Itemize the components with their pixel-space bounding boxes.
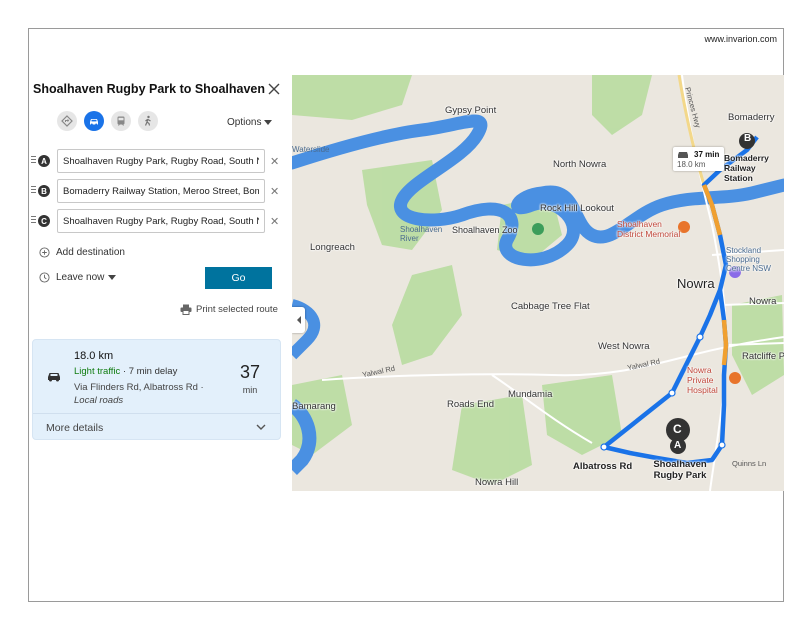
chevron-down-icon <box>256 424 266 430</box>
collapse-panel-button[interactable] <box>292 307 305 333</box>
caret-down-icon <box>108 275 117 280</box>
drag-handle-icon[interactable] <box>31 156 36 165</box>
more-details-label: More details <box>46 422 104 434</box>
drag-handle-icon[interactable] <box>31 186 36 195</box>
waypoint-badge: C <box>38 215 50 227</box>
print-route-label: Print selected route <box>196 304 278 315</box>
map-label: Shoalhaven Rugby Park <box>653 459 707 481</box>
add-destination-label: Add destination <box>56 247 125 258</box>
route-traffic: Light traffic · 7 min delay <box>74 366 178 377</box>
waypoint-badge: A <box>38 155 50 167</box>
leave-now-label: Leave now <box>56 272 105 283</box>
car-icon <box>678 152 688 158</box>
map-label: Shoalhaven District Memorial <box>617 219 681 239</box>
marker-b-label: B <box>744 133 752 144</box>
map-label: Bamarang <box>292 401 336 412</box>
drag-handle-icon[interactable] <box>31 216 36 225</box>
add-destination-button[interactable]: Add destination <box>39 247 125 258</box>
go-button[interactable]: Go <box>205 267 272 289</box>
printer-icon <box>180 304 192 315</box>
browser-frame: www.invarion.com Shoalhaven Rugby Park t… <box>28 28 784 602</box>
waypoint-input[interactable] <box>57 179 265 203</box>
chevron-left-icon <box>296 316 301 324</box>
waypoint-input[interactable] <box>57 149 265 173</box>
clock-icon <box>39 272 50 283</box>
map-label: Longreach <box>310 242 355 253</box>
marker-a-label: A <box>674 440 682 451</box>
map-view[interactable]: B C A 37 min 18.0 km Gypsy Point Bomader… <box>292 75 784 491</box>
map-label: North Nowra <box>553 159 607 170</box>
map-label: Albatross Rd <box>573 461 633 472</box>
route-time: 37 <box>239 362 261 382</box>
options-dropdown[interactable]: Options <box>227 117 273 128</box>
walk-icon[interactable] <box>138 111 158 131</box>
map-label: Gypsy Point <box>445 105 497 116</box>
map-label: Nowra <box>677 276 715 291</box>
clear-icon[interactable]: ✕ <box>270 185 279 198</box>
eta-time: 37 min <box>694 150 720 159</box>
map-label: Nowra <box>749 296 777 307</box>
map-label: Mundamia <box>508 389 553 400</box>
route-time-unit: min <box>242 385 258 395</box>
directions-icon[interactable] <box>57 111 77 131</box>
more-details-toggle[interactable]: More details <box>33 413 280 440</box>
clear-icon[interactable]: ✕ <box>270 155 279 168</box>
map-label: Shoalhaven River <box>400 225 443 243</box>
site-url: www.invarion.com <box>704 34 777 44</box>
route-eta-callout[interactable]: 37 min 18.0 km <box>673 147 724 171</box>
map-label: Nowra Private Hospital <box>687 365 718 395</box>
leave-now-dropdown[interactable]: Leave now <box>39 272 117 283</box>
map-label: Shoalhaven Zoo <box>452 225 518 235</box>
directions-panel: Shoalhaven Rugby Park to Shoalhaven ... … <box>29 75 291 475</box>
route-via: Via Flinders Rd, Albatross Rd · Local ro… <box>74 382 204 406</box>
map-label: Bomaderry <box>728 112 775 123</box>
map-label: Nowra Hill <box>475 477 519 488</box>
map-label: Waterslide <box>292 145 330 154</box>
map-label: Bomaderry Railway Station <box>724 153 769 183</box>
marker-c-label: C <box>673 422 682 436</box>
caret-down-icon <box>264 119 273 125</box>
waypoint-row-b: B ✕ <box>29 179 291 203</box>
map-label: West Nowra <box>598 341 650 352</box>
map-label: Ratcliffe Park <box>742 351 784 362</box>
clear-icon[interactable]: ✕ <box>270 215 279 228</box>
plus-circle-icon <box>39 247 50 258</box>
route-option-card[interactable]: 18.0 km Light traffic · 7 min delay Via … <box>32 339 281 440</box>
waypoint-input[interactable] <box>57 209 265 233</box>
route-distance: 18.0 km <box>74 350 114 362</box>
car-icon <box>48 373 60 382</box>
car-icon[interactable] <box>84 111 104 131</box>
close-icon[interactable] <box>266 81 282 97</box>
map-label: Cabbage Tree Flat <box>511 301 590 312</box>
waypoint-row-a: A ✕ <box>29 149 291 173</box>
waypoint-row-c: C ✕ <box>29 209 291 233</box>
transit-icon[interactable] <box>111 111 131 131</box>
waypoint-badge: B <box>38 185 50 197</box>
road-label: Quinns Ln <box>732 459 767 468</box>
print-route-button[interactable]: Print selected route <box>180 304 278 315</box>
map-label: Rock Hill Lookout <box>540 203 614 214</box>
map-label: Roads End <box>447 399 495 410</box>
route-title: Shoalhaven Rugby Park to Shoalhaven ... <box>33 82 265 96</box>
map-label: Stockland Shopping Centre NSW <box>726 246 771 273</box>
eta-distance: 18.0 km <box>677 160 706 169</box>
